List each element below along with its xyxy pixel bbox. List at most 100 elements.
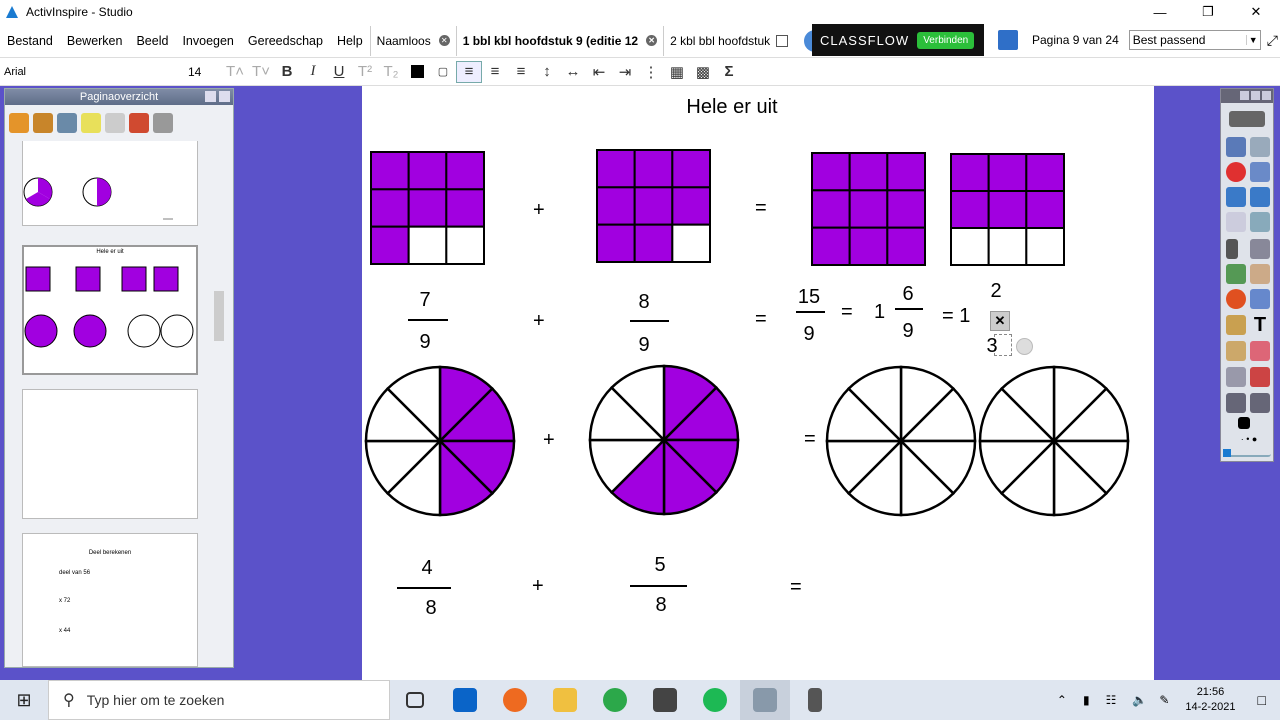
menu-bewerken[interactable]: Bewerken [60,24,130,58]
tab-naamloos[interactable]: Naamloos ✕ [369,25,456,56]
menu-help[interactable]: Help [330,24,370,58]
pen-width-dots[interactable]: · • ● [1229,435,1269,444]
text-color-icon[interactable] [404,61,430,83]
taskbar-search[interactable]: ⚲ Typ hier om te zoeken [48,680,390,720]
scrollbar-thumb[interactable] [214,291,224,341]
panel-pin-icon[interactable] [205,91,216,102]
page-zoom-icon[interactable] [1250,162,1270,182]
flipchart-page[interactable]: Hele er uit + = 7 9 + 8 9 = 15 9 = 1 6 9… [362,86,1154,680]
close-window-button[interactable]: ✕ [1232,0,1280,24]
outlook-icon[interactable] [440,680,490,720]
undo-icon[interactable] [1226,393,1246,413]
italic-icon[interactable]: I [300,61,326,83]
voting-browser-icon[interactable] [153,113,173,133]
connector-icon[interactable] [1250,289,1270,309]
clear-icon[interactable] [1250,341,1270,361]
background-color-icon[interactable]: ▢ [430,61,456,83]
equation-icon[interactable]: Σ [716,61,742,83]
underline-icon[interactable]: U [326,61,352,83]
table-icon[interactable]: ▦ [664,61,690,83]
design-mode-icon[interactable] [1250,137,1270,157]
font-size-select[interactable]: 14 [182,65,222,79]
pen-icon[interactable]: ✎ [1159,693,1169,707]
menu-invoegen[interactable]: Invoegen [175,24,240,58]
bullets-icon[interactable]: ⋮ [638,61,664,83]
panel-close-icon[interactable] [219,91,230,102]
file-explorer-icon[interactable] [540,680,590,720]
panel-scrollbar[interactable] [211,141,227,661]
font-family-select[interactable]: Arial [0,62,182,82]
revert-icon[interactable] [1250,393,1270,413]
grow-font-icon[interactable]: T˄ [222,61,248,83]
menu-gereedschap[interactable]: Gereedschap [241,24,330,58]
battery-icon[interactable]: ▮ [1083,693,1090,707]
page-browser-icon[interactable] [9,113,29,133]
fill-icon[interactable] [1226,315,1246,335]
calculator-icon[interactable] [790,680,840,720]
shape-icon[interactable] [1226,289,1246,309]
minimize-button[interactable]: — [1136,0,1184,24]
timer-icon[interactable] [1226,367,1246,387]
next-page-icon[interactable] [1250,187,1270,207]
previous-page-icon[interactable] [1226,187,1246,207]
delete-object-button[interactable]: ✕ [990,311,1010,331]
start-button[interactable]: ⊞ [0,680,48,720]
shrink-font-icon[interactable]: T˅ [248,61,274,83]
close-tab-icon[interactable]: ✕ [646,35,658,46]
firefox-icon[interactable] [490,680,540,720]
color-black-swatch[interactable] [1238,417,1250,429]
pen-width-slider[interactable] [1223,449,1271,457]
tab-list-icon[interactable] [776,34,789,47]
network-icon[interactable]: ☷ [1106,693,1117,707]
volume-icon[interactable]: 🔈 [1132,693,1147,707]
subscript-icon[interactable]: T₂ [378,61,404,83]
fullscreen-icon[interactable]: ⤢ [1267,32,1278,49]
reset-page-icon[interactable] [1226,162,1246,182]
switch-profile-icon[interactable] [1229,111,1265,127]
rotate-handle-icon[interactable] [1016,338,1033,355]
tab-hoofdstuk-9[interactable]: 1 bbl kbl hoofdstuk 9 (editie 12 ✕ [455,25,663,56]
page-thumbnail-10[interactable] [22,389,198,519]
page-browser-icon[interactable] [998,30,1018,50]
select-icon[interactable] [1226,239,1238,259]
classflow-connect-button[interactable]: Verbinden [917,31,975,49]
align-center-icon[interactable]: ≡ [482,61,508,83]
page-thumbnail-11[interactable]: Deel berekenen deel van 56 x 72 x 44 [22,533,198,667]
resource-browser-icon[interactable] [33,113,53,133]
store-icon[interactable] [640,680,690,720]
chrome-icon[interactable] [590,680,640,720]
toolbox-close-icon[interactable] [1262,91,1271,100]
task-view-icon[interactable] [390,680,440,720]
toolbox-pin-icon[interactable] [1251,91,1260,100]
bold-icon[interactable]: B [274,61,300,83]
superscript-icon[interactable]: T² [352,61,378,83]
pen-icon[interactable] [1226,264,1246,284]
action-browser-icon[interactable] [129,113,149,133]
camera-icon[interactable] [1226,341,1246,361]
indent-increase-icon[interactable]: ⇥ [612,61,638,83]
notes-browser-icon[interactable] [81,113,101,133]
main-menu-icon[interactable] [1226,137,1246,157]
menu-beeld[interactable]: Beeld [129,24,175,58]
text-icon[interactable]: T [1250,315,1270,335]
toolbox-min-icon[interactable] [1240,91,1249,100]
indent-decrease-icon[interactable]: ⇤ [586,61,612,83]
marquee-select-icon[interactable] [1250,239,1270,259]
line-spacing-icon[interactable]: ↕ [534,61,560,83]
zoom-select[interactable]: Best passend ▼ [1128,30,1261,50]
chevron-up-icon[interactable]: ⌃ [1057,693,1067,707]
desktop-tools-icon[interactable] [1226,212,1246,232]
notifications-icon[interactable]: □ [1258,692,1266,708]
tab-kbl-hoofdstuk[interactable]: 2 kbl bbl hoofdstuk [663,25,794,56]
property-browser-icon[interactable] [105,113,125,133]
redo-icon[interactable] [1250,367,1270,387]
restore-button[interactable]: ❐ [1184,0,1232,24]
clock[interactable]: 21:56 14-2-2021 [1185,685,1235,715]
page-thumbnail-9[interactable]: Hele er uit [22,245,198,375]
close-tab-icon[interactable]: ✕ [438,35,450,46]
highlighter-icon[interactable] [1250,264,1270,284]
desktop-annotate-icon[interactable] [1250,212,1270,232]
menu-bestand[interactable]: Bestand [0,24,60,58]
activinspire-taskbar-icon[interactable] [740,680,790,720]
char-spacing-icon[interactable]: ↔ [560,61,586,83]
